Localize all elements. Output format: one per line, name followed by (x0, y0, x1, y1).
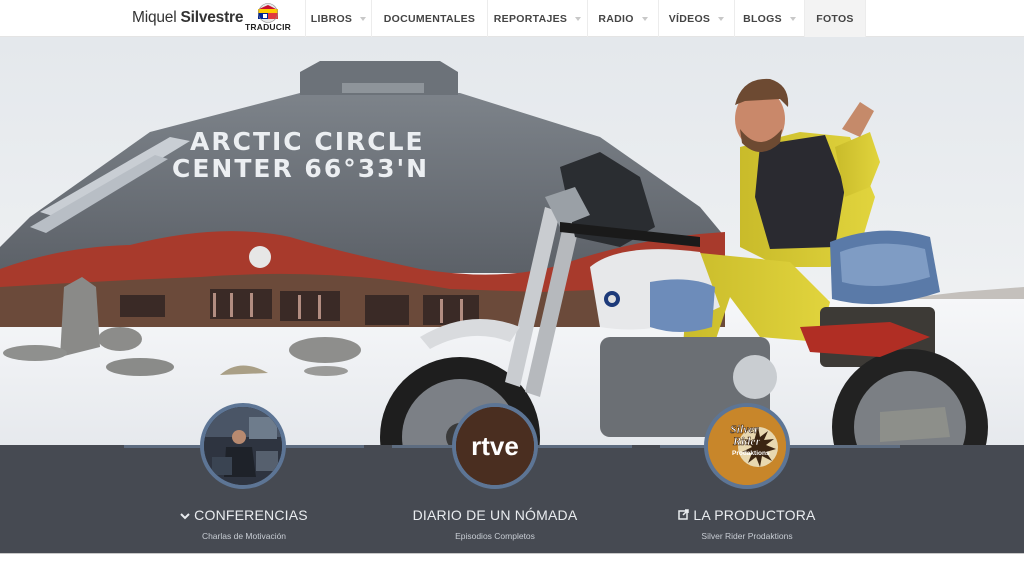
hero-illustration: ARCTIC CIRCLE CENTER 66°33'N (0, 37, 1024, 445)
page: Miquel Silvestre TRADUCIR LIBROS DOCUMEN… (0, 0, 1024, 579)
feature-subtitle: Silver Rider Prodaktions (701, 531, 793, 541)
nav-fotos[interactable]: FOTOS (804, 0, 866, 37)
rtve-logo[interactable]: rtve (452, 403, 538, 489)
flags-icon (258, 3, 278, 23)
speaker-photo (204, 407, 282, 485)
main-nav: LIBROS DOCUMENTALES REPORTAJES RADIO VÍD… (305, 0, 866, 37)
hero-image: ARCTIC CIRCLE CENTER 66°33'N (0, 37, 1024, 445)
nav-label: LIBROS (310, 12, 353, 25)
translate-label: TRADUCIR (245, 22, 291, 32)
nav-label: VÍDEOS (668, 12, 711, 25)
translate-widget[interactable]: TRADUCIR (245, 3, 291, 33)
nav-documentales[interactable]: DOCUMENTALES (371, 0, 487, 37)
silver-rider-logo[interactable]: Silver Rider Prodaktions (704, 403, 790, 489)
nav-label: RADIO (598, 12, 634, 25)
feature-subtitle: Charlas de Motivación (201, 531, 287, 541)
site-logo[interactable]: Miquel Silvestre (132, 6, 243, 30)
feature-title[interactable]: LA PRODUCTORA (627, 507, 867, 523)
site-header: Miquel Silvestre TRADUCIR LIBROS DOCUMEN… (0, 0, 1024, 37)
nav-reportajes[interactable]: REPORTAJES (487, 0, 587, 37)
nav-label: DOCUMENTALES (383, 12, 476, 25)
brand-last-name: Silvestre (180, 9, 244, 26)
nav-videos[interactable]: VÍDEOS (658, 0, 734, 37)
rtve-logo-graphic: rtve (456, 407, 534, 485)
caret-down-icon (718, 16, 725, 21)
nav-label: FOTOS (816, 12, 854, 25)
caret-down-icon (575, 16, 582, 21)
nav-radio[interactable]: RADIO (587, 0, 658, 37)
nav-label: BLOGS (743, 12, 782, 25)
feature-title-label: LA PRODUCTORA (693, 507, 816, 523)
external-link-icon (678, 507, 690, 523)
building-sign-line1: ARCTIC CIRCLE (190, 127, 425, 156)
feature-title-label: CONFERENCIAS (194, 507, 308, 523)
silver-rider-logo-line2: Rider (732, 434, 761, 448)
feature-title[interactable]: DIARIO DE UN NÓMADA (375, 507, 615, 523)
conferencias-thumbnail[interactable] (200, 403, 286, 489)
silver-rider-logo-graphic: Silver Rider Prodaktions (708, 407, 786, 485)
building-sign-line2: CENTER 66°33'N (172, 154, 429, 183)
feature-title[interactable]: CONFERENCIAS (124, 507, 364, 523)
feature-subtitle: Episodios Completos (455, 531, 535, 541)
brand-first-name: Miquel (132, 9, 177, 26)
silver-rider-logo-line3: Prodaktions (732, 450, 770, 457)
caret-down-icon (360, 16, 367, 21)
page-bottom-divider (0, 553, 1024, 579)
chevron-down-icon (180, 507, 190, 523)
nav-label: REPORTAJES (493, 12, 568, 25)
caret-down-icon (641, 16, 648, 21)
rtve-logo-text: rtve (471, 431, 519, 461)
caret-down-icon (789, 16, 796, 21)
nav-libros[interactable]: LIBROS (305, 0, 371, 37)
nav-blogs[interactable]: BLOGS (734, 0, 804, 37)
